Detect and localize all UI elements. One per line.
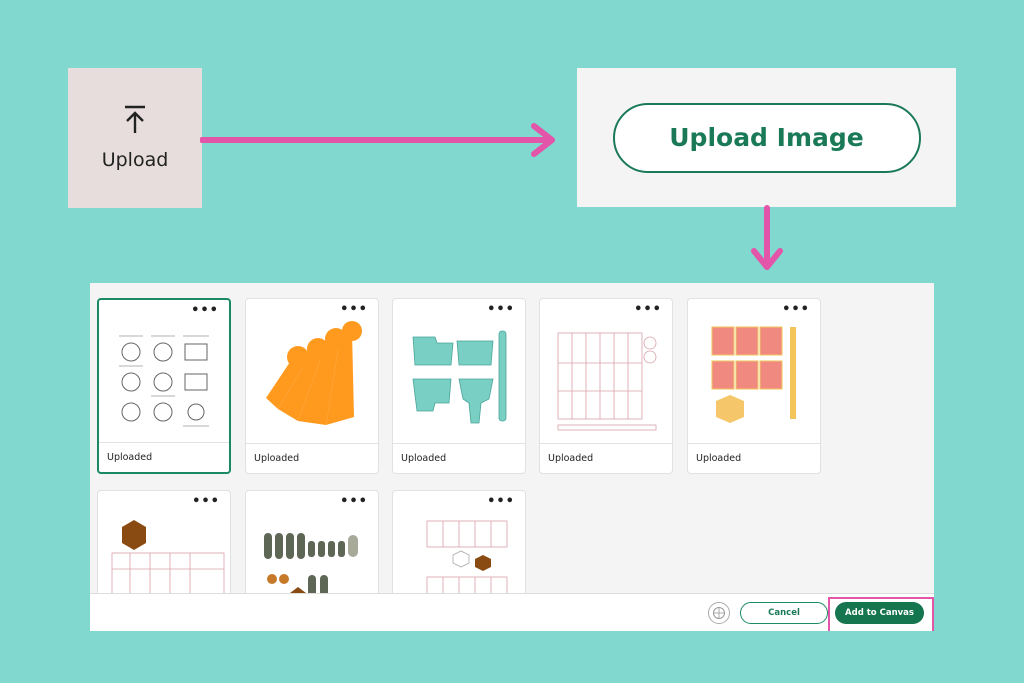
upload-card-2[interactable]: ••• Uploaded — [245, 298, 379, 474]
card-thumbnail — [119, 335, 209, 427]
cancel-button[interactable]: Cancel — [740, 602, 828, 624]
help-icon[interactable] — [708, 602, 730, 624]
arrow-right-icon — [200, 123, 555, 157]
upload-tile-label: Upload — [101, 149, 169, 171]
card-caption: Uploaded — [688, 443, 820, 473]
upload-image-panel: Upload Image — [577, 68, 956, 207]
upload-tile[interactable]: Upload — [68, 68, 202, 208]
upload-card-4[interactable]: ••• Uploaded — [539, 298, 673, 474]
card-caption: Uploaded — [540, 443, 672, 473]
card-caption: Uploaded — [246, 443, 378, 473]
arrow-down-icon — [751, 205, 783, 270]
library-footer: Cancel Add to Canvas — [90, 593, 934, 631]
upload-image-button[interactable]: Upload Image — [612, 102, 921, 173]
upload-card-3[interactable]: ••• Uploaded — [392, 298, 526, 474]
card-caption: Uploaded — [393, 443, 525, 473]
card-thumbnail — [266, 321, 362, 425]
uploads-library: ••• Uploaded ••• Uploaded ••• Uploaded •… — [90, 283, 934, 631]
card-caption: Uploaded — [99, 442, 229, 472]
upload-arrow-icon — [125, 105, 145, 133]
upload-card-5[interactable]: ••• Uploaded — [687, 298, 821, 474]
highlight-frame — [828, 597, 934, 631]
card-thumbnail — [557, 332, 657, 431]
card-thumbnail — [711, 326, 796, 423]
card-thumbnail — [412, 330, 507, 424]
upload-card-1[interactable]: ••• Uploaded — [97, 298, 231, 474]
